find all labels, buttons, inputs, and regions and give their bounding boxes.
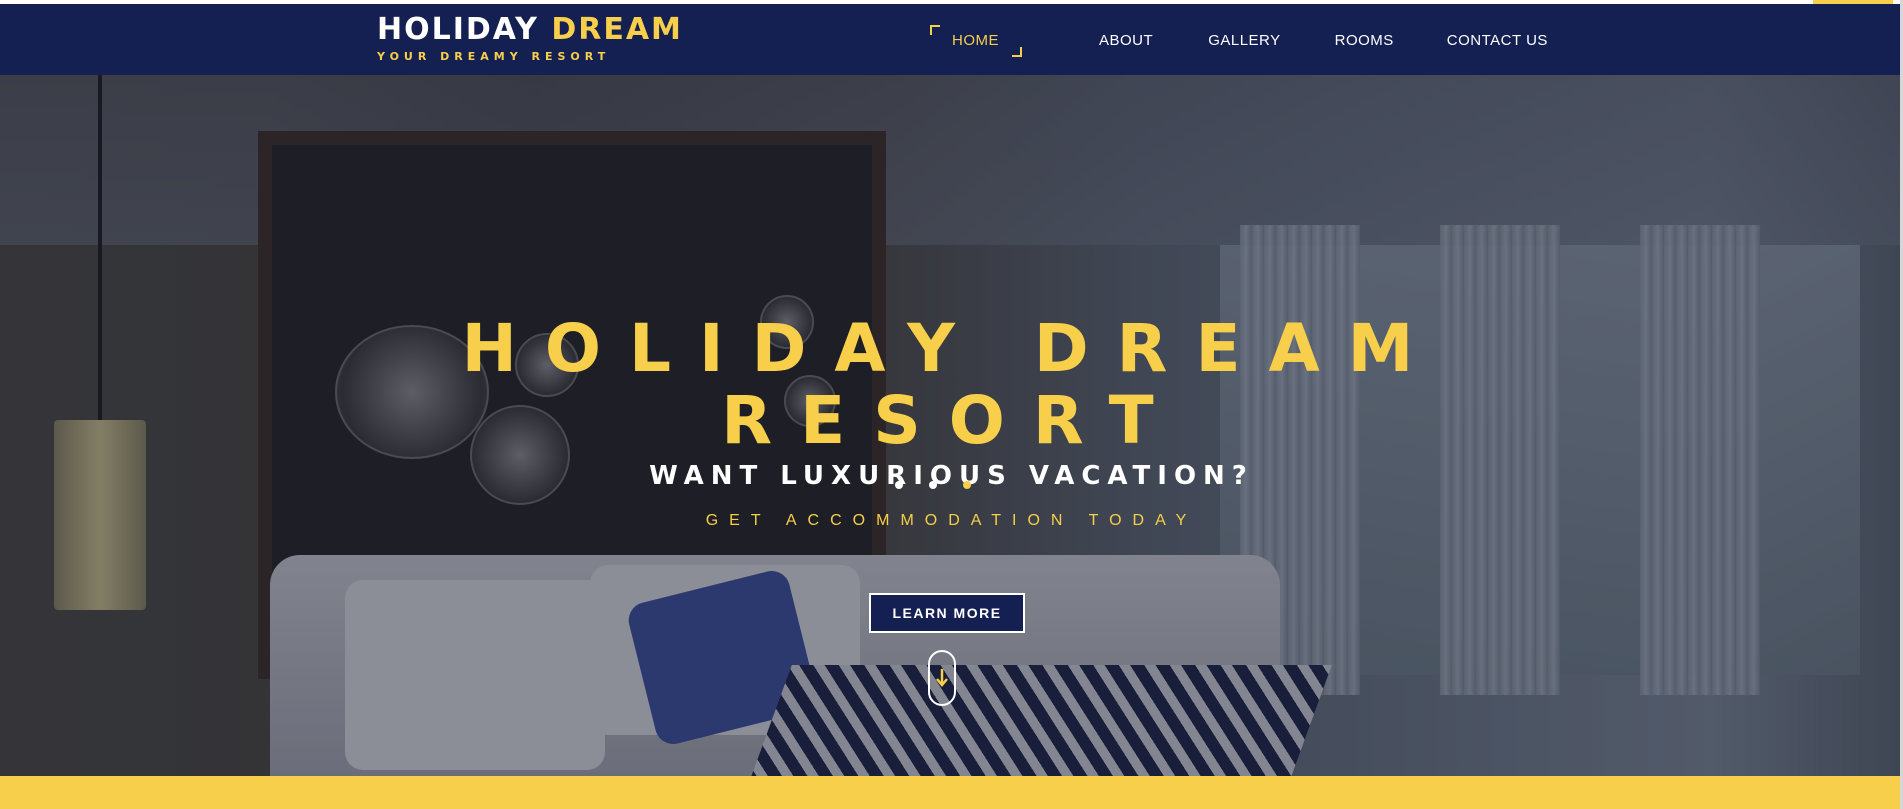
nav-item-label: ROOMS [1334, 32, 1394, 49]
logo-tagline: YOUR DREAMY RESORT [377, 50, 611, 63]
nav-item-gallery[interactable]: GALLERY [1208, 32, 1280, 49]
site-logo[interactable]: HOLIDAY DREAM YOUR DREAMY RESORT [377, 13, 683, 64]
main-nav: HOME ABOUT GALLERY ROOMS CONTACT US [930, 25, 1548, 57]
slider-dots [895, 481, 971, 489]
nav-item-label: GALLERY [1208, 32, 1281, 49]
bracket-corner-icon [930, 25, 940, 35]
learn-more-button[interactable]: LEARN MORE [869, 593, 1025, 633]
nav-item-label: HOME [952, 32, 999, 49]
slider-dot-2[interactable] [929, 481, 937, 489]
slider-dot-1[interactable] [895, 481, 903, 489]
nav-item-about[interactable]: ABOUT [1099, 32, 1153, 49]
logo-title: HOLIDAY DREAM [377, 13, 683, 47]
logo-title-part2: DREAM [551, 12, 683, 47]
hero-title-line2: RESORT [721, 382, 1182, 459]
nav-item-label: CONTACT US [1446, 32, 1548, 49]
nav-item-rooms[interactable]: ROOMS [1335, 32, 1394, 49]
hero-section: HOLIDAY DREAM RESORT WANT LUXURIOUS VACA… [0, 75, 1903, 776]
hero-title: HOLIDAY DREAM RESORT [0, 313, 1903, 457]
logo-title-part1: HOLIDAY [377, 12, 539, 47]
navbar: HOLIDAY DREAM YOUR DREAMY RESORT HOME AB… [0, 4, 1903, 75]
page: HOLIDAY DREAM YOUR DREAMY RESORT HOME AB… [0, 0, 1903, 809]
scroll-down-button[interactable] [928, 650, 956, 706]
section-divider-band [0, 776, 1903, 809]
hero-title-line1: HOLIDAY DREAM [461, 310, 1442, 387]
hero-tagline: GET ACCOMMODATION TODAY [705, 512, 1198, 529]
slider-dot-3[interactable] [963, 481, 971, 489]
nav-item-home[interactable]: HOME [930, 25, 1022, 57]
arrow-down-icon [936, 669, 948, 687]
nav-item-label: ABOUT [1099, 32, 1154, 49]
nav-item-contact-us[interactable]: CONTACT US [1447, 32, 1548, 49]
bracket-corner-icon [1012, 47, 1022, 57]
